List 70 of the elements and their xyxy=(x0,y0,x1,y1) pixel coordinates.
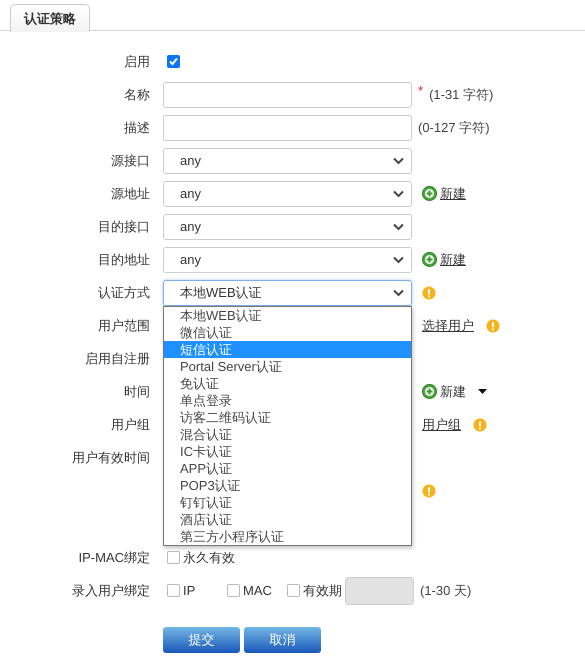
hint-text: (1-30 天) xyxy=(420,582,472,600)
field-label: 认证方式 xyxy=(98,284,150,300)
chevron-icon xyxy=(393,288,404,296)
warning-icon xyxy=(486,318,500,332)
chevron-icon xyxy=(393,190,404,198)
chevron-icon xyxy=(393,156,404,164)
tab[interactable]: 认证策略 xyxy=(10,4,90,32)
field-label: 目的地址 xyxy=(98,252,150,266)
new-button[interactable]: 新建 xyxy=(440,382,466,400)
select-field[interactable]: any xyxy=(163,214,412,240)
checkbox-label: MAC xyxy=(243,583,272,598)
dropdown-option[interactable]: 钉钉认证 xyxy=(164,494,411,511)
hint-text: (1-31 字符) xyxy=(429,86,494,104)
dropdown-option[interactable]: APP认证 xyxy=(164,460,411,477)
dropdown-option[interactable]: IC卡认证 xyxy=(164,443,411,460)
field-label: 用户组 xyxy=(111,416,150,432)
link[interactable]: 用户组 xyxy=(422,416,461,434)
checkbox-label: 永久有效 xyxy=(183,548,235,566)
field-label: 启用 xyxy=(124,54,150,68)
warning-icon xyxy=(422,286,436,300)
chevron-icon xyxy=(393,222,404,230)
plus-icon xyxy=(422,384,437,399)
checkbox-label: IP xyxy=(183,583,196,598)
new-link[interactable]: 新建 xyxy=(440,250,466,268)
text-field[interactable] xyxy=(163,114,412,140)
link[interactable]: 选择用户 xyxy=(422,316,474,334)
dropdown-option[interactable]: 单点登录 xyxy=(164,392,411,409)
select-field[interactable]: any xyxy=(163,180,412,206)
field-label: 名称 xyxy=(124,86,150,102)
field-label: 目的接口 xyxy=(98,218,150,234)
plus-icon xyxy=(422,252,437,267)
field-label: 源地址 xyxy=(111,186,150,200)
warning-icon xyxy=(422,484,436,498)
new-link[interactable]: 新建 xyxy=(440,184,466,202)
checkbox[interactable] xyxy=(167,584,180,597)
dropdown-option[interactable]: 混合认证 xyxy=(164,426,411,443)
checkbox[interactable] xyxy=(167,551,180,564)
dropdown-option[interactable]: 本地WEB认证 xyxy=(164,307,411,324)
select-field[interactable]: any xyxy=(163,148,412,174)
field-label: 用户范围 xyxy=(98,318,150,332)
checkbox[interactable] xyxy=(167,55,180,68)
form-button[interactable]: 取消 xyxy=(244,627,321,653)
checkbox[interactable] xyxy=(287,584,300,597)
checkbox[interactable] xyxy=(227,584,240,597)
field-label: IP-MAC绑定 xyxy=(78,550,150,564)
field-label: 源接口 xyxy=(111,152,150,168)
caret-icon xyxy=(478,389,487,394)
plus-icon xyxy=(422,186,437,201)
checkbox-label: 有效期 xyxy=(303,582,342,600)
dropdown-option[interactable]: 免认证 xyxy=(164,375,411,392)
field-label: 描述 xyxy=(124,120,150,134)
dropdown-option[interactable]: 酒店认证 xyxy=(164,511,411,528)
form-button[interactable]: 提交 xyxy=(163,627,240,653)
dropdown-option[interactable]: 微信认证 xyxy=(164,324,411,341)
dropdown-option[interactable]: 第三方小程序认证 xyxy=(164,528,411,545)
dropdown-option[interactable]: Portal Server认证 xyxy=(164,358,411,375)
check-icon xyxy=(168,56,179,67)
field-label: 录入用户绑定 xyxy=(72,582,150,598)
field-label: 启用自注册 xyxy=(85,350,150,366)
hint-text: (0-127 字符) xyxy=(418,118,490,136)
dropdown-option[interactable]: POP3认证 xyxy=(164,477,411,494)
field-label: 用户有效时间 xyxy=(72,450,150,464)
field-label: 时间 xyxy=(124,384,150,398)
required-mark: * xyxy=(418,83,424,98)
text-field[interactable] xyxy=(163,82,412,108)
select-field[interactable]: 本地WEB认证 xyxy=(163,280,412,306)
chevron-icon xyxy=(393,256,404,264)
select-field[interactable]: any xyxy=(163,246,412,272)
warning-icon xyxy=(473,418,487,432)
dropdown-option[interactable]: 访客二维码认证 xyxy=(164,409,411,426)
